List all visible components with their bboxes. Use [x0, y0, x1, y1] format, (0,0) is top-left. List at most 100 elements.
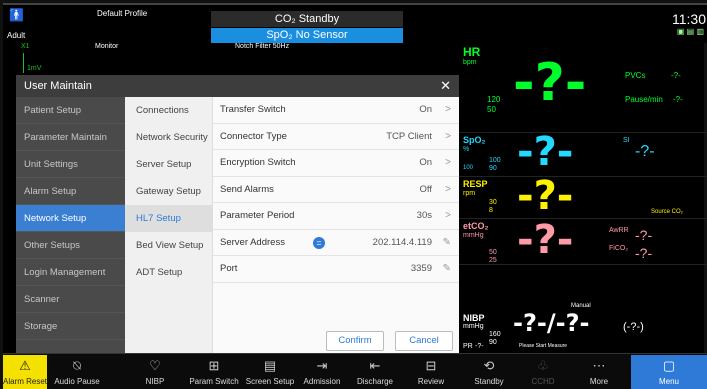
si-value: -?-	[635, 143, 655, 160]
pvcs-label: PVCs	[625, 71, 646, 80]
pause-label: Pause/min	[625, 95, 663, 104]
screen-setup-button[interactable]: ▤ Screen Setup	[243, 355, 297, 389]
cancel-button[interactable]: Cancel	[395, 331, 453, 351]
pencil-icon[interactable]: ✎	[443, 230, 451, 256]
setting-label: Transfer Switch	[220, 104, 286, 115]
cchd-icon: ♧	[537, 358, 549, 373]
toolbar-label: Review	[417, 377, 445, 386]
patient-type: Adult	[7, 31, 26, 40]
setting-encryption-switch[interactable]: Encryption Switch On >	[213, 150, 459, 177]
spo2-unit: %	[463, 146, 470, 153]
spo2-alarm-low: 90	[489, 165, 497, 172]
menu-item-alarm-setup[interactable]: Alarm Setup	[16, 178, 125, 205]
spo2-alarm-high: 100	[489, 157, 501, 164]
nibp-button[interactable]: ♡ NIBP	[133, 355, 177, 389]
hr-alarm-low: 50	[487, 105, 496, 114]
menu-item-login-management[interactable]: Login Management	[16, 259, 125, 286]
tab-gateway-setup[interactable]: Gateway Setup	[125, 178, 212, 205]
more-button[interactable]: ⋯ More	[575, 355, 623, 389]
toolbar-label: Discharge	[356, 377, 393, 386]
chevron-right-icon[interactable]: >	[445, 177, 451, 203]
resp-tile[interactable]: RESP rpm 30 8 -?- Source CO₂	[459, 173, 707, 219]
hr-value: -?-	[513, 53, 587, 113]
toolbar-label: More	[589, 377, 609, 386]
tab-bed-view-setup[interactable]: Bed View Setup	[125, 232, 212, 259]
etco2-tile[interactable]: etCO₂ mmHg 50 25 -?- AwRR -?- FiCO₂ -?-	[459, 217, 707, 265]
status-message-secondary: SpO₂ No Sensor	[211, 28, 403, 43]
nibp-message: Please Start Measure	[519, 343, 568, 349]
etco2-alarm-high: 50	[489, 249, 497, 256]
standby-button[interactable]: ⟲ Standby	[465, 355, 513, 389]
pencil-icon[interactable]: ✎	[443, 256, 451, 282]
resp-value: -?-	[517, 173, 574, 219]
setting-connector-type[interactable]: Connector Type TCP Client >	[213, 124, 459, 150]
setting-transfer-switch[interactable]: Transfer Switch On >	[213, 97, 459, 124]
toolbar-label: CCHD	[531, 377, 555, 386]
toolbar-label: Alarm Reset	[3, 377, 48, 386]
chevron-right-icon[interactable]: >	[445, 203, 451, 229]
hr-alarm-high: 120	[487, 95, 501, 104]
chevron-right-icon[interactable]: >	[445, 124, 451, 150]
ecg-line	[23, 53, 24, 73]
settings-panel: Transfer Switch On > Connector Type TCP …	[213, 97, 459, 355]
awrr-label: AwRR	[609, 227, 629, 234]
setting-server-address[interactable]: Server Address = 202.114.4.119 ✎	[213, 230, 459, 256]
spo2-tile[interactable]: SpO₂ % 100 90 100 -?- SI -?-	[459, 129, 707, 177]
menu-item-network-setup[interactable]: Network Setup	[16, 205, 125, 232]
setting-label: Encryption Switch	[220, 157, 296, 168]
chevron-right-icon[interactable]: >	[445, 97, 451, 123]
monitor-label: Monitor	[95, 43, 119, 50]
cchd-button[interactable]: ♧ CCHD	[519, 355, 567, 389]
dialog-header: User Maintain ✕	[16, 75, 459, 97]
tab-connections[interactable]: Connections	[125, 97, 212, 124]
setting-label: Server Address	[220, 236, 285, 248]
admission-button[interactable]: ⇥ Admission	[299, 355, 345, 389]
dialog-title: User Maintain	[24, 80, 92, 92]
menu-item-parameter-maintain[interactable]: Parameter Maintain	[16, 124, 125, 151]
patient-icon[interactable]: 🚹	[9, 8, 24, 22]
tab-hl7-setup[interactable]: HL7 Setup	[125, 205, 212, 232]
resp-source: Source CO₂	[651, 209, 684, 215]
tab-adt-setup[interactable]: ADT Setup	[125, 259, 212, 286]
pause-value: -?-	[673, 95, 683, 104]
param-switch-button[interactable]: ⊞ Param Switch	[185, 355, 243, 389]
toolbar-label: Standby	[474, 377, 504, 386]
menu-item-other-setups[interactable]: Other Setups	[16, 232, 125, 259]
setting-send-alarms[interactable]: Send Alarms Off >	[213, 177, 459, 203]
user-maintain-dialog: User Maintain ✕ Patient Setup Parameter …	[16, 75, 459, 355]
device-status-icons: ▣ ▤ ▥	[676, 27, 704, 36]
menu-button[interactable]: ▢ Menu	[631, 355, 707, 389]
menu-item-patient-setup[interactable]: Patient Setup	[16, 97, 125, 124]
setting-value: 30s	[416, 210, 432, 221]
ecg-strip: X1 Monitor Notch Filter 50Hz 1mV	[3, 43, 459, 73]
equals-icon[interactable]: =	[313, 236, 325, 249]
setting-parameter-period[interactable]: Parameter Period 30s >	[213, 203, 459, 230]
profile-label[interactable]: Default Profile	[97, 9, 147, 18]
fico2-value: -?-	[635, 245, 653, 261]
nibp-tile[interactable]: NIBP mmHg 160 90 Manual -?-/-?- (-?-) Pl…	[459, 303, 707, 353]
menu-item-scanner[interactable]: Scanner	[16, 286, 125, 313]
setting-port[interactable]: Port 3359 ✎	[213, 256, 459, 283]
nibp-alarm-low: 90	[489, 339, 497, 346]
nibp-unit: mmHg	[463, 323, 484, 330]
chevron-right-icon[interactable]: >	[445, 150, 451, 176]
etco2-unit: mmHg	[463, 232, 484, 239]
confirm-button[interactable]: Confirm	[326, 331, 384, 351]
toolbar-label: Param Switch	[189, 377, 239, 386]
etco2-alarm-low: 25	[489, 257, 497, 264]
review-icon: ⊟	[425, 358, 437, 373]
review-button[interactable]: ⊟ Review	[407, 355, 455, 389]
alarm-reset-button[interactable]: ⚠ Alarm Reset	[3, 355, 47, 389]
discharge-button[interactable]: ⇤ Discharge	[349, 355, 401, 389]
menu-item-unit-settings[interactable]: Unit Settings	[16, 151, 125, 178]
tab-network-security[interactable]: Network Security	[125, 124, 212, 151]
ecg-scale: 1mV	[27, 65, 42, 72]
menu-item-storage[interactable]: Storage	[16, 313, 125, 340]
toolbar-label: Admission	[303, 377, 341, 386]
pvcs-value: -?-	[671, 71, 681, 80]
param-switch-icon: ⊞	[208, 358, 220, 373]
audio-pause-button[interactable]: ⍉ Audio Pause	[47, 355, 107, 389]
tab-server-setup[interactable]: Server Setup	[125, 151, 212, 178]
hr-tile[interactable]: HR bpm 120 50 -?- PVCs -?- Pause/min -?-	[459, 43, 707, 133]
close-icon[interactable]: ✕	[440, 75, 451, 97]
